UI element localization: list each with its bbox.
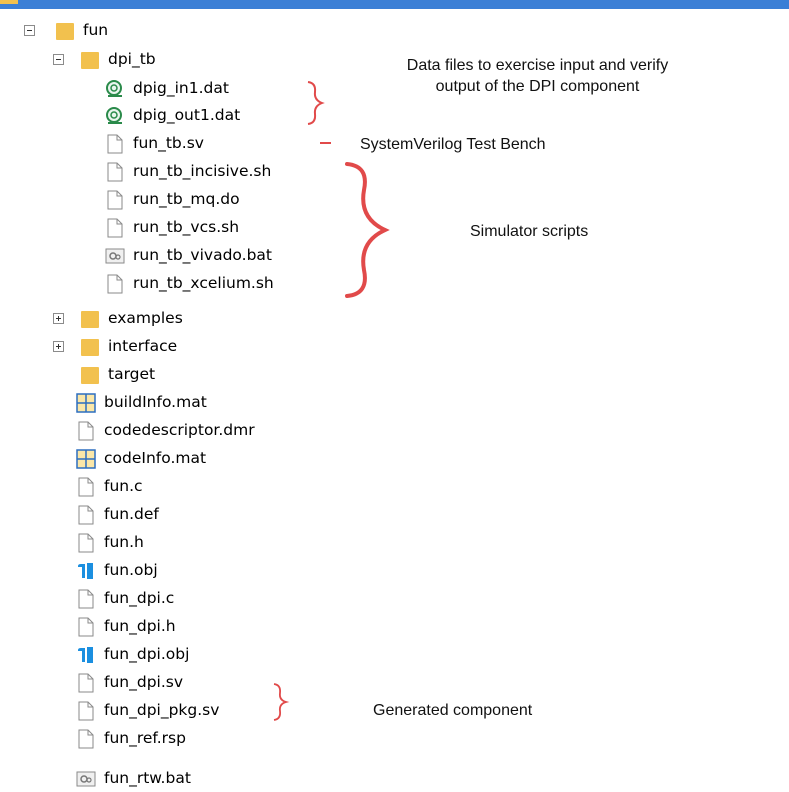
document-icon [107, 134, 123, 154]
batch-file-icon [105, 248, 125, 264]
tree-item-file[interactable]: run_tb_mq.do [105, 187, 240, 213]
tree-item-file[interactable]: dpig_in1.dat [105, 76, 229, 102]
tree-item-file[interactable]: fun_dpi.sv [76, 670, 183, 696]
document-icon [107, 190, 123, 210]
annotation-line: Data files to exercise input and verify [406, 57, 669, 74]
expand-toggle-examples[interactable] [53, 313, 64, 324]
collapse-toggle-fun[interactable] [24, 25, 35, 36]
tree-item-label: dpi_tb [108, 50, 156, 69]
document-icon [78, 477, 94, 497]
tree-item-label: run_tb_vivado.bat [133, 246, 272, 265]
tree-item-file[interactable]: run_tb_vcs.sh [105, 215, 239, 241]
tree-item-file[interactable]: codedescriptor.dmr [76, 418, 255, 444]
tree-item-label: codedescriptor.dmr [104, 421, 255, 440]
collapse-toggle-dpi-tb[interactable] [53, 54, 64, 65]
tree-item-file[interactable]: fun.h [76, 530, 144, 556]
document-icon [107, 274, 123, 294]
tree-item-label: run_tb_xcelium.sh [133, 274, 274, 293]
tree-item-label: fun.def [104, 505, 159, 524]
document-icon [78, 533, 94, 553]
dash-test-bench [320, 142, 331, 144]
document-icon [78, 729, 94, 749]
obj-file-icon [78, 647, 93, 663]
tree-item-label: fun_dpi.sv [104, 673, 184, 692]
mat-file-icon [76, 449, 96, 469]
tree-item-file[interactable]: fun.def [76, 502, 159, 528]
tree-item-file[interactable]: run_tb_incisive.sh [105, 159, 271, 185]
document-icon [78, 617, 94, 637]
tree-item-file[interactable]: fun.obj [76, 558, 158, 584]
window-top-bar [0, 0, 789, 9]
document-icon [107, 162, 123, 182]
folder-icon [81, 52, 99, 69]
tree-item-file[interactable]: run_tb_vivado.bat [105, 243, 272, 269]
folder-icon [81, 311, 99, 328]
tree-item-label: fun.obj [104, 561, 158, 580]
tree-item-label: fun_dpi.c [104, 589, 175, 608]
mat-file-icon [76, 393, 96, 413]
data-file-icon [106, 80, 122, 97]
tree-item-label: run_tb_vcs.sh [133, 218, 240, 237]
tree-item-file[interactable]: fun_dpi_pkg.sv [76, 698, 219, 724]
tree-item-file[interactable]: fun_dpi.h [76, 614, 176, 640]
tree-item-file[interactable]: fun_dpi.obj [76, 642, 189, 668]
folder-icon [81, 367, 99, 384]
tree-item-dpi-tb[interactable]: dpi_tb [80, 47, 156, 73]
tree-item-file[interactable]: fun.c [76, 474, 143, 500]
tree-item-folder[interactable]: examples [80, 306, 183, 332]
brace-generated-component [273, 683, 290, 721]
tree-item-folder[interactable]: interface [80, 334, 177, 360]
tree-item-label: run_tb_mq.do [133, 190, 240, 209]
tree-item-file[interactable]: buildInfo.mat [76, 390, 207, 416]
tree-item-fun[interactable]: fun [55, 18, 108, 44]
tree-item-file[interactable]: fun_rtw.bat [76, 766, 191, 792]
tree-item-file[interactable]: codeInfo.mat [76, 446, 206, 472]
tree-item-label: fun.c [104, 477, 143, 496]
tree-item-label: fun_rtw.bat [104, 769, 191, 788]
tree-item-label: target [108, 365, 156, 384]
tree-item-label: fun_dpi.obj [104, 645, 190, 664]
document-icon [78, 589, 94, 609]
document-icon [107, 218, 123, 238]
folder-icon [56, 23, 74, 40]
annotation-line: output of the DPI component [435, 78, 640, 95]
tree-item-label: examples [108, 309, 183, 328]
tree-item-label: fun_dpi.h [104, 617, 176, 636]
tree-item-label: buildInfo.mat [104, 393, 207, 412]
annotation-test-bench: SystemVerilog Test Bench [360, 136, 546, 153]
tree-item-file[interactable]: dpig_out1.dat [105, 103, 240, 129]
tree-item-file[interactable]: fun_ref.rsp [76, 726, 186, 752]
tree-item-label: fun_dpi_pkg.sv [104, 701, 220, 720]
tree-item-label: fun_tb.sv [133, 134, 204, 153]
tree-item-file[interactable]: run_tb_xcelium.sh [105, 271, 274, 297]
brace-simulator-scripts [345, 162, 390, 298]
expand-toggle-interface[interactable] [53, 341, 64, 352]
annotation-simulator-scripts: Simulator scripts [470, 223, 589, 240]
document-icon [78, 701, 94, 721]
tree-item-label: dpig_out1.dat [133, 106, 241, 125]
tree-item-folder[interactable]: target [80, 362, 155, 388]
data-file-icon [106, 107, 122, 124]
tree-item-label: dpig_in1.dat [133, 79, 229, 98]
document-icon [78, 673, 94, 693]
annotation-data-files: Data files to exercise input and verify … [345, 55, 730, 97]
tree-item-label: fun_ref.rsp [104, 729, 186, 748]
tree-item-file[interactable]: fun_tb.sv [105, 131, 204, 157]
tree-item-label: interface [108, 337, 178, 356]
document-icon [78, 505, 94, 525]
tree-item-label: run_tb_incisive.sh [133, 162, 272, 181]
tree-item-file[interactable]: fun_dpi.c [76, 586, 174, 612]
brace-data-files [307, 81, 325, 125]
folder-icon [81, 339, 99, 356]
document-icon [78, 421, 94, 441]
tree-item-label: fun.h [104, 533, 144, 552]
annotation-generated-component: Generated component [373, 702, 533, 719]
folder-icon [0, 0, 18, 4]
tree-item-label: fun [83, 21, 109, 40]
batch-file-icon [76, 771, 96, 787]
tree-item-label: codeInfo.mat [104, 449, 207, 468]
obj-file-icon [78, 563, 93, 579]
